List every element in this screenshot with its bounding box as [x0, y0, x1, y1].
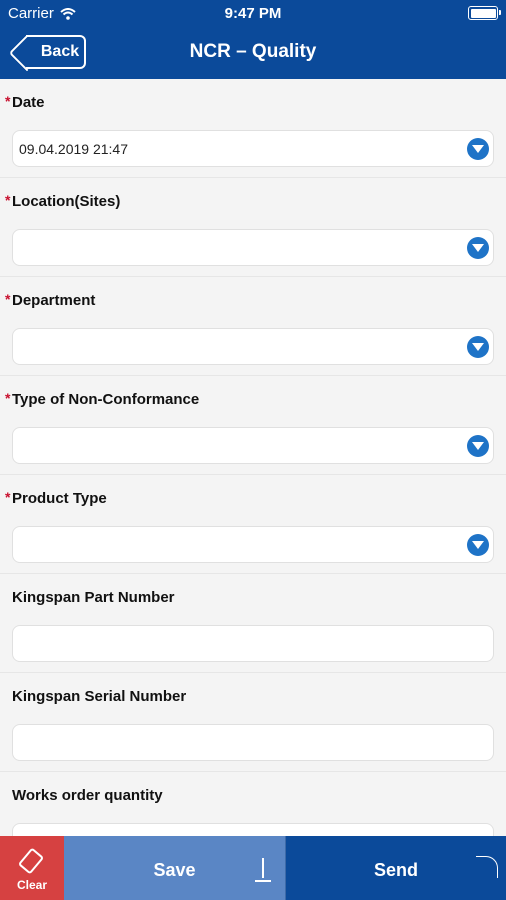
save-label: Save [153, 860, 196, 880]
download-icon [253, 856, 273, 882]
location-select[interactable] [12, 229, 494, 266]
field-location: * Location(Sites) [0, 178, 506, 277]
send-button[interactable]: Send [286, 836, 506, 900]
required-marker: * [5, 291, 11, 307]
field-product-type: * Product Type [0, 475, 506, 574]
date-value: 09.04.2019 21:47 [19, 140, 128, 157]
required-marker: * [5, 390, 11, 406]
required-marker: * [5, 192, 11, 208]
eraser-icon [17, 847, 45, 875]
field-label: Type of Non-Conformance [12, 391, 200, 408]
header-bar: Carrier 9:47 PM Back NCR – Quality [0, 0, 506, 79]
clear-button[interactable]: Clear [0, 836, 64, 900]
field-nonconformance-type: * Type of Non-Conformance [0, 376, 506, 475]
chevron-down-icon[interactable] [467, 435, 489, 457]
chevron-down-icon[interactable] [467, 534, 489, 556]
required-marker: * [5, 93, 11, 109]
field-label: Kingspan Part Number [12, 589, 175, 606]
nonconformance-type-select[interactable] [12, 427, 494, 464]
field-label: Location(Sites) [12, 193, 121, 210]
status-time: 9:47 PM [224, 5, 282, 22]
page-title: NCR – Quality [189, 41, 317, 62]
ncr-form: * Date 09.04.2019 21:47 * Location(Sites… [0, 79, 506, 871]
chevron-down-icon[interactable] [467, 336, 489, 358]
field-department: * Department [0, 277, 506, 376]
part-number-input[interactable] [12, 625, 494, 662]
bottom-toolbar: Clear Save Send [0, 836, 506, 900]
field-label: Works order quantity [12, 787, 163, 804]
serial-number-input[interactable] [12, 724, 494, 761]
date-select[interactable]: 09.04.2019 21:47 [12, 130, 494, 167]
field-label: Date [12, 94, 45, 111]
chevron-down-icon[interactable] [467, 138, 489, 160]
field-label: Kingspan Serial Number [12, 688, 187, 705]
battery-icon [468, 6, 501, 20]
forward-arrow-icon [476, 856, 498, 878]
required-marker: * [5, 489, 11, 505]
field-part-number: Kingspan Part Number [0, 574, 506, 673]
product-type-select[interactable] [12, 526, 494, 563]
field-label: Department [12, 292, 96, 309]
save-button[interactable]: Save [64, 836, 286, 900]
field-label: Product Type [12, 490, 107, 507]
department-select[interactable] [12, 328, 494, 365]
send-label: Send [373, 860, 418, 880]
status-bar: Carrier 9:47 PM [0, 0, 506, 28]
chevron-down-icon[interactable] [467, 237, 489, 259]
field-serial-number: Kingspan Serial Number [0, 673, 506, 772]
clear-label: Clear [16, 878, 48, 892]
field-date: * Date 09.04.2019 21:47 [0, 79, 506, 178]
